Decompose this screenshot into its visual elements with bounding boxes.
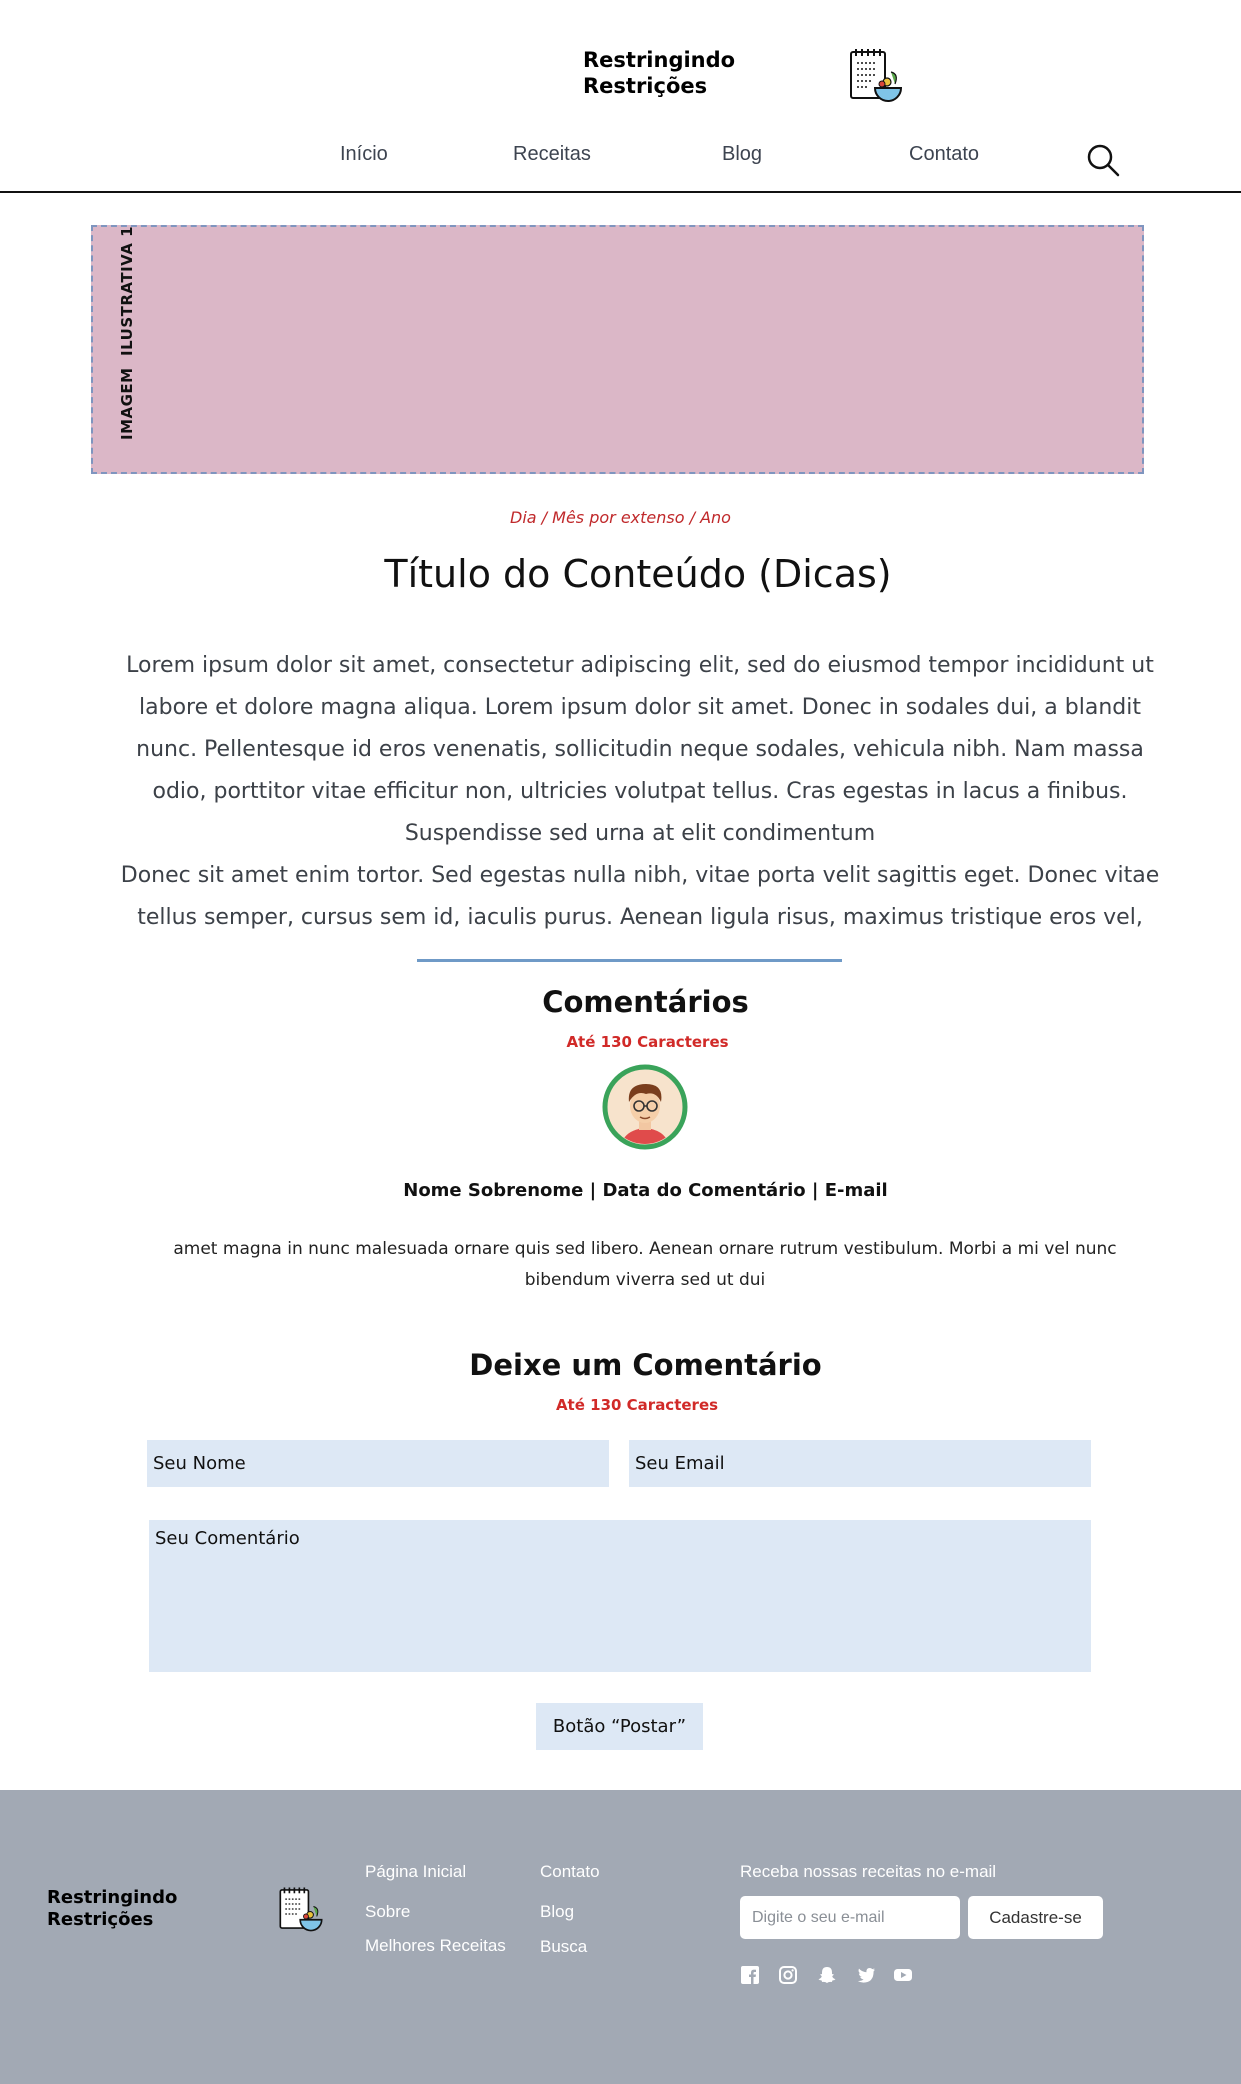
nav-inicio[interactable]: Início <box>340 143 388 166</box>
instagram-icon[interactable] <box>778 1965 798 1985</box>
footer-link-pagina-inicial[interactable]: Página Inicial <box>365 1862 466 1882</box>
header-divider <box>0 191 1241 193</box>
newsletter-label: Receba nossas receitas no e-mail <box>740 1862 997 1881</box>
name-field[interactable] <box>147 1440 609 1487</box>
snapchat-icon[interactable] <box>817 1965 837 1985</box>
footer-link-contato[interactable]: Contato <box>540 1862 600 1882</box>
footer-link-melhores-receitas[interactable]: Melhores Receitas <box>365 1936 506 1956</box>
footer-link-sobre[interactable]: Sobre <box>365 1902 410 1922</box>
subscribe-button[interactable]: Cadastre-se <box>968 1896 1103 1939</box>
nav-contato[interactable]: Contato <box>909 143 979 166</box>
footer-link-blog[interactable]: Blog <box>540 1902 574 1922</box>
brand-line-1: Restringindo <box>583 48 736 72</box>
footer-link-busca[interactable]: Busca <box>540 1937 587 1957</box>
post-button[interactable]: Botão “Postar” <box>536 1703 703 1750</box>
twitter-icon[interactable] <box>856 1965 876 1985</box>
hero-image-label: IMAGEM ILUSTRATIVA 1 <box>118 225 136 440</box>
brand-line-2: Restrições <box>583 74 708 98</box>
footer-brand-name[interactable]: Restringindo Restrições <box>47 1887 247 1931</box>
nav-receitas[interactable]: Receitas <box>513 143 591 166</box>
comment-text: amet magna in nunc malesuada ornare quis… <box>173 1239 1117 1290</box>
footer-brand-line-1: Restringindo <box>47 1887 178 1908</box>
recipe-notepad-icon[interactable] <box>277 1885 325 1933</box>
article-paragraph-1: Lorem ipsum dolor sit amet, consectetur … <box>126 653 1154 846</box>
article-paragraph-2: Donec sit amet enim tortor. Sed egestas … <box>120 863 1160 930</box>
comment-field[interactable] <box>149 1520 1091 1672</box>
facebook-icon[interactable] <box>740 1965 760 1985</box>
comments-title: Comentários <box>542 985 749 1019</box>
search-icon[interactable] <box>1086 143 1120 177</box>
newsletter-email-input[interactable] <box>740 1896 960 1939</box>
recipe-notepad-icon[interactable] <box>847 46 905 104</box>
hero-image-placeholder <box>91 225 1144 474</box>
comment-meta: Nome Sobrenome | Data do Comentário | E-… <box>403 1180 888 1201</box>
avatar <box>602 1064 688 1150</box>
brand-name[interactable]: Restringindo Restrições <box>583 47 783 99</box>
footer-brand-line-2: Restrições <box>47 1909 154 1930</box>
article-date: Dia / Mês por extenso / Ano <box>510 508 731 527</box>
section-divider <box>417 959 842 962</box>
leave-comment-title: Deixe um Comentário <box>469 1348 822 1382</box>
email-field[interactable] <box>629 1440 1091 1487</box>
nav-blog[interactable]: Blog <box>722 143 762 166</box>
article-title: Título do Conteúdo (Dicas) <box>384 552 892 596</box>
youtube-icon[interactable] <box>893 1965 913 1985</box>
comments-char-limit: Até 130 Caracteres <box>566 1033 729 1051</box>
form-char-limit: Até 130 Caracteres <box>555 1396 719 1414</box>
